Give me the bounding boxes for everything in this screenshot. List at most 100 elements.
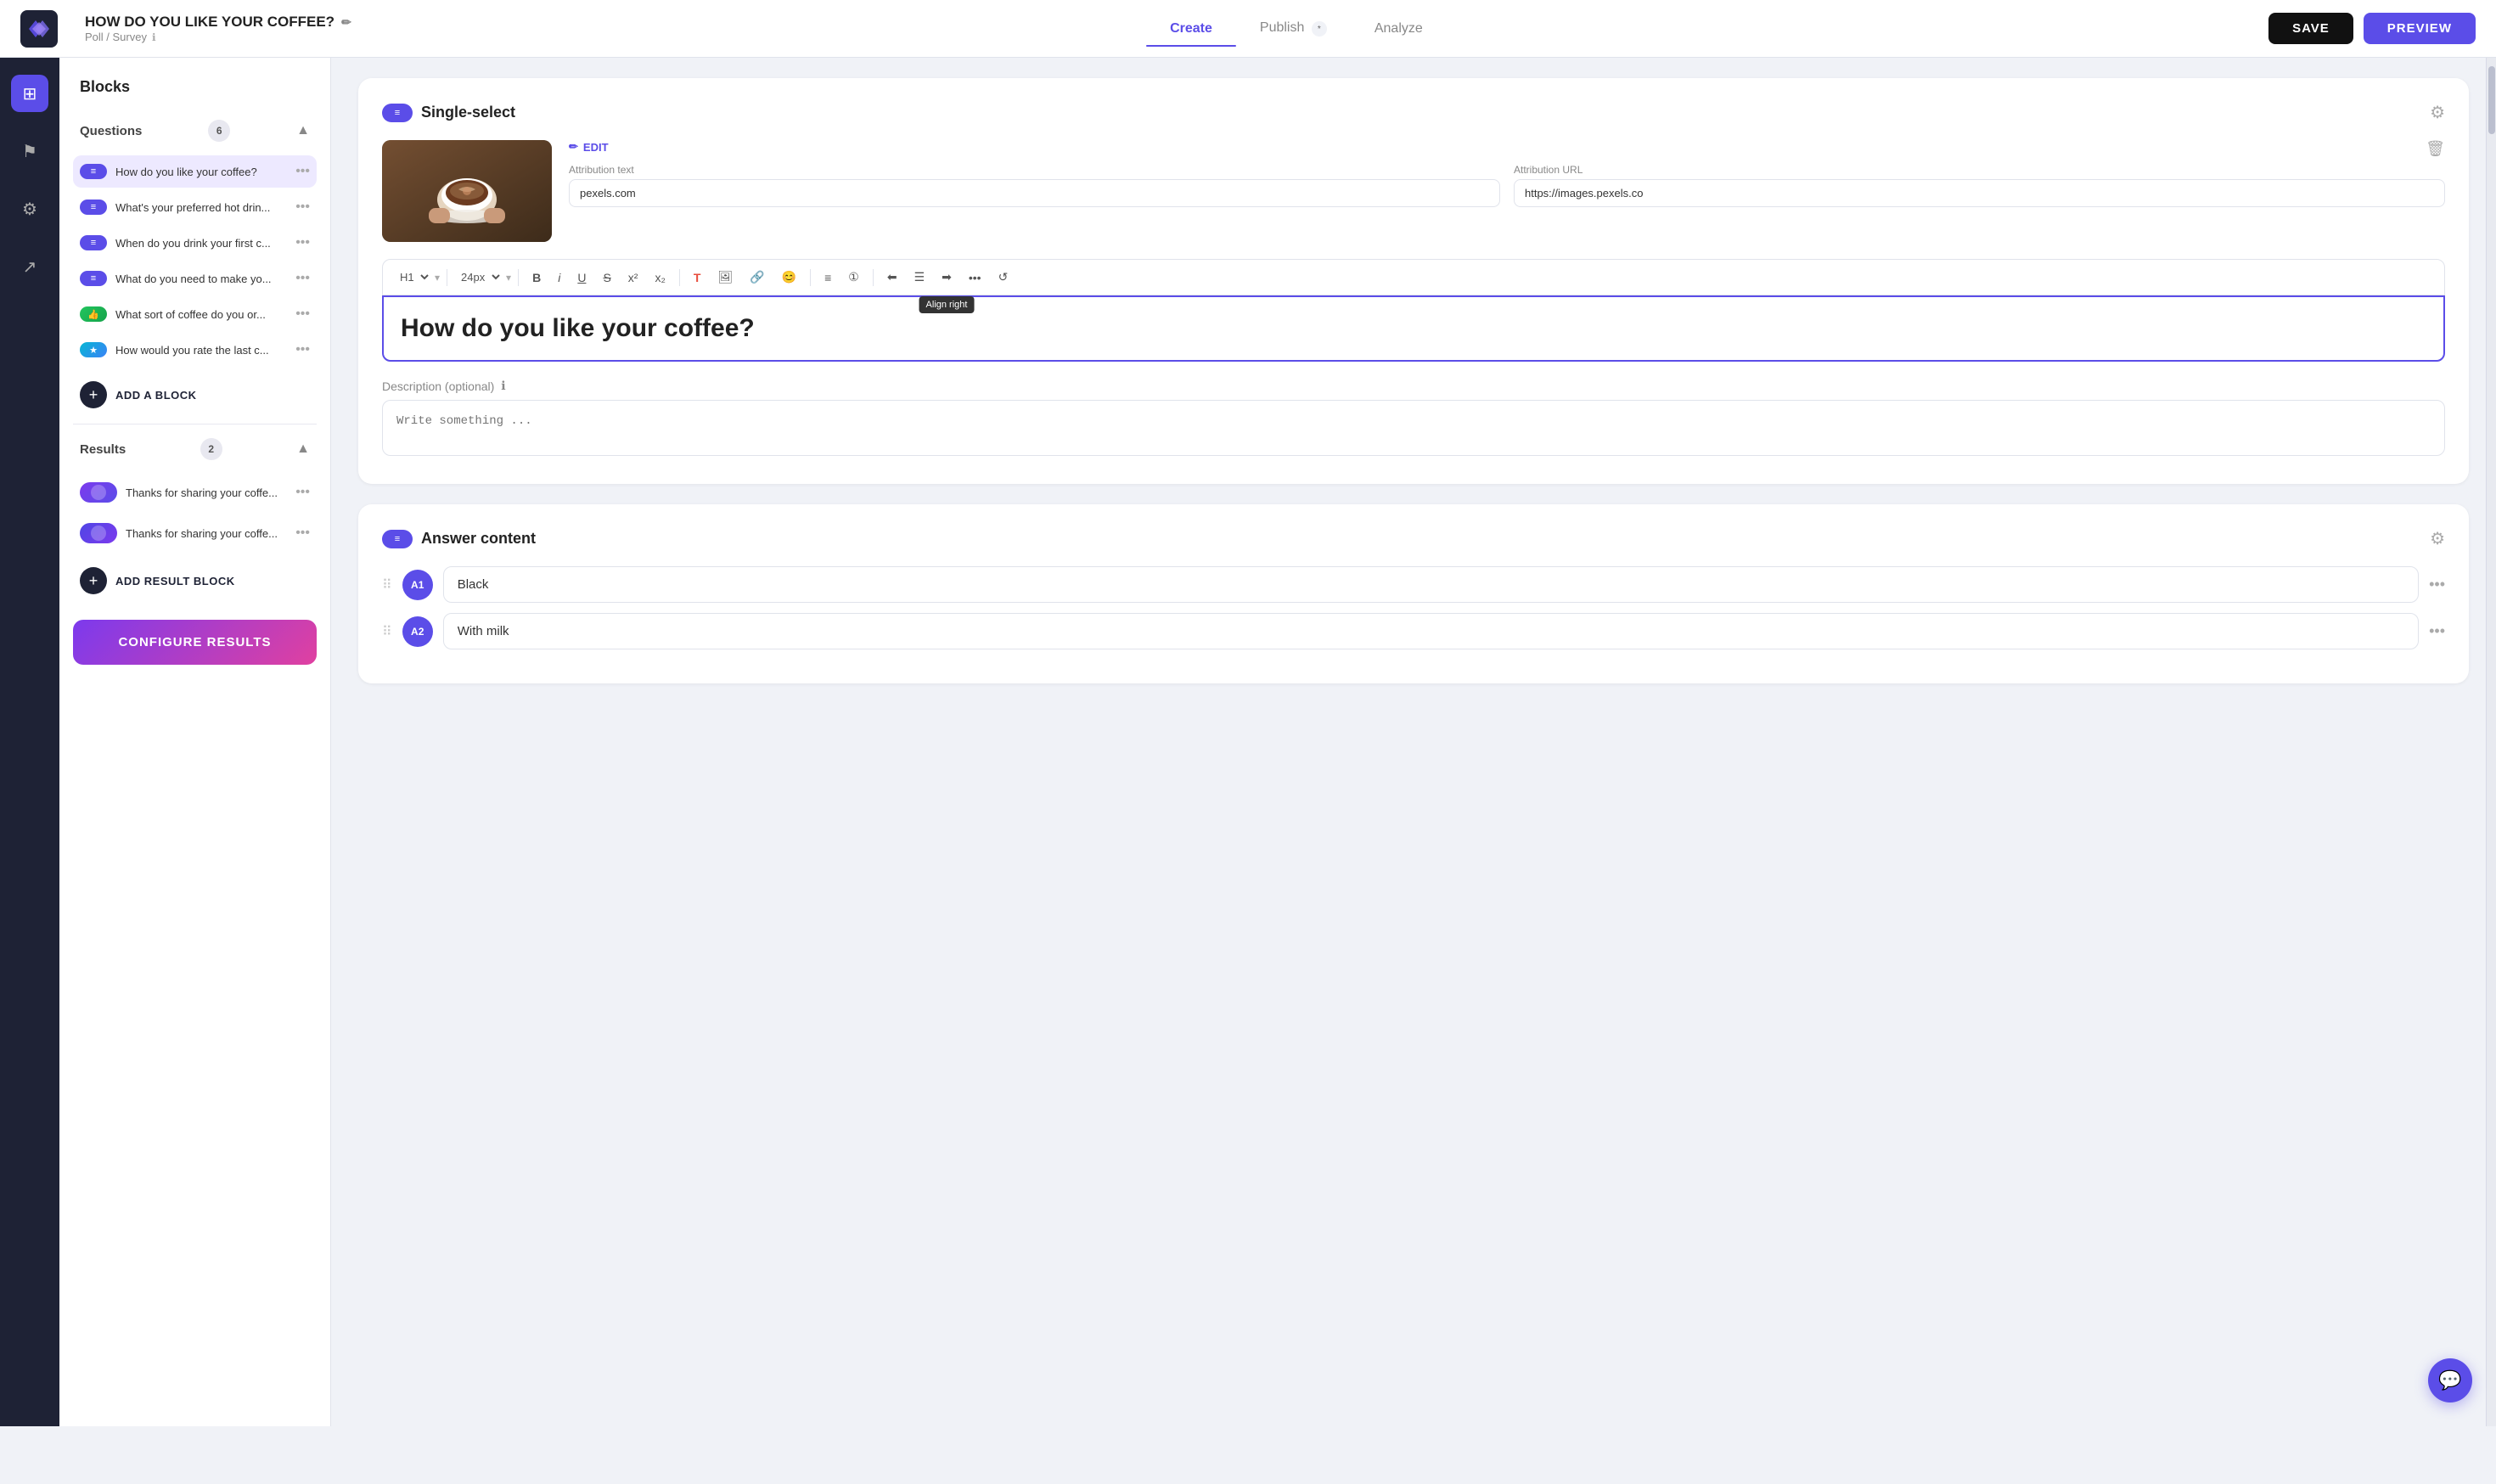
question-text: When do you drink your first c... bbox=[115, 237, 287, 250]
question-item[interactable]: ≡ When do you drink your first c... ••• bbox=[73, 227, 317, 259]
edit-name-icon[interactable]: ✏ bbox=[341, 15, 351, 30]
add-result-icon: + bbox=[80, 567, 107, 594]
answer-item: ⠿ A1 ••• bbox=[382, 566, 2445, 603]
answer-input-a2[interactable] bbox=[443, 613, 2419, 649]
question-editor[interactable]: How do you like your coffee? bbox=[382, 295, 2445, 362]
drag-handle-icon[interactable]: ⠿ bbox=[382, 576, 392, 593]
description-input[interactable] bbox=[382, 400, 2445, 456]
survey-subtitle: Poll / Survey ℹ bbox=[85, 31, 351, 43]
numbered-list-button[interactable]: ① bbox=[841, 267, 866, 288]
card-settings-icon[interactable]: ⚙ bbox=[2430, 102, 2445, 123]
delete-icon[interactable]: 🗑 bbox=[2426, 140, 2445, 158]
main-layout: ⊞ ⚑ ⚙ ↗ Blocks Questions 6 ▲ ≡ How do yo… bbox=[0, 58, 2496, 1426]
sidebar-icon-flag[interactable]: ⚑ bbox=[11, 132, 48, 170]
scroll-track[interactable] bbox=[2486, 58, 2496, 1426]
link-button[interactable]: 🔗 bbox=[743, 267, 771, 288]
logo[interactable] bbox=[20, 10, 58, 48]
question-menu-icon[interactable]: ••• bbox=[295, 164, 310, 179]
answer-more-icon[interactable]: ••• bbox=[2429, 622, 2445, 640]
answer-card-header: ≡ Answer content ⚙ bbox=[382, 528, 2445, 549]
sidebar-icon-settings[interactable]: ⚙ bbox=[11, 190, 48, 228]
answer-more-icon[interactable]: ••• bbox=[2429, 576, 2445, 593]
questions-section-header: Questions 6 ▲ bbox=[73, 113, 317, 149]
answer-type-icon: ≡ bbox=[382, 530, 413, 548]
card-type-icon: ≡ bbox=[382, 104, 413, 122]
configure-results-button[interactable]: CONFIGURE RESULTS bbox=[73, 620, 317, 665]
question-menu-icon[interactable]: ••• bbox=[295, 342, 310, 357]
attribution-text-input[interactable] bbox=[569, 179, 1500, 207]
question-text: What's your preferred hot drin... bbox=[115, 201, 287, 214]
info-icon[interactable]: ℹ bbox=[152, 31, 156, 43]
add-result-label: ADD RESULT BLOCK bbox=[115, 575, 235, 587]
nav-analyze[interactable]: Analyze bbox=[1351, 14, 1447, 43]
bullet-list-button[interactable]: ≡ bbox=[818, 267, 838, 288]
attribution-row: Attribution text Attribution URL bbox=[569, 164, 2445, 207]
more-button[interactable]: ••• bbox=[962, 267, 988, 288]
question-text: How do you like your coffee? bbox=[115, 166, 287, 178]
underline-button[interactable]: U bbox=[571, 267, 593, 288]
drag-handle-icon[interactable]: ⠿ bbox=[382, 623, 392, 640]
attribution-url-input[interactable] bbox=[1514, 179, 2445, 207]
question-menu-icon[interactable]: ••• bbox=[295, 306, 310, 322]
align-right-button[interactable]: ➡ bbox=[935, 267, 958, 288]
image-preview bbox=[382, 140, 552, 242]
question-item[interactable]: ≡ How do you like your coffee? ••• bbox=[73, 155, 317, 188]
question-type-icon: ≡ bbox=[80, 271, 107, 286]
chat-icon: 💬 bbox=[2438, 1369, 2461, 1391]
add-block-icon: + bbox=[80, 381, 107, 408]
strikethrough-button[interactable]: S bbox=[596, 267, 617, 288]
question-menu-icon[interactable]: ••• bbox=[295, 200, 310, 215]
superscript-button[interactable]: x² bbox=[621, 267, 645, 288]
header-title: HOW DO YOU LIKE YOUR COFFEE? ✏ Poll / Su… bbox=[85, 14, 351, 43]
preview-button[interactable]: PREVIEW bbox=[2364, 13, 2476, 44]
bold-button[interactable]: B bbox=[526, 267, 548, 288]
question-menu-icon[interactable]: ••• bbox=[295, 235, 310, 250]
attribution-text-label: Attribution text bbox=[569, 164, 1500, 176]
subscript-button[interactable]: x₂ bbox=[648, 267, 672, 288]
attribution-url-label: Attribution URL bbox=[1514, 164, 2445, 176]
questions-toggle[interactable]: ▲ bbox=[296, 123, 310, 138]
italic-button[interactable]: i bbox=[551, 267, 567, 288]
question-menu-icon[interactable]: ••• bbox=[295, 271, 310, 286]
nav-create[interactable]: Create bbox=[1146, 14, 1236, 43]
card-type-label: Single-select bbox=[421, 104, 515, 121]
question-type-icon: 👍 bbox=[80, 306, 107, 322]
editor-toolbar: H1H2H3 ▾ 24px16px20px32px ▾ B i U S x² x… bbox=[382, 259, 2445, 295]
add-result-block-button[interactable]: + ADD RESULT BLOCK bbox=[73, 559, 317, 603]
result-item[interactable]: Thanks for sharing your coffe... ••• bbox=[73, 474, 317, 511]
image-button[interactable]: 🖼 bbox=[711, 267, 739, 288]
question-item[interactable]: ≡ What do you need to make yo... ••• bbox=[73, 262, 317, 295]
chat-bubble-button[interactable]: 💬 bbox=[2428, 1358, 2472, 1402]
nav-publish[interactable]: Publish * bbox=[1236, 14, 1351, 44]
align-right-tooltip: Align right bbox=[919, 296, 975, 313]
question-type-icon: ≡ bbox=[80, 200, 107, 215]
scroll-thumb[interactable] bbox=[2488, 66, 2495, 134]
edit-button[interactable]: ✏ EDIT bbox=[569, 140, 609, 154]
redo-button[interactable]: ↺ bbox=[992, 267, 1015, 288]
question-item[interactable]: ★ How would you rate the last c... ••• bbox=[73, 334, 317, 366]
align-center-button[interactable]: ☰ bbox=[908, 267, 932, 288]
text-color-button[interactable]: T bbox=[687, 267, 708, 288]
answer-settings-icon[interactable]: ⚙ bbox=[2430, 528, 2445, 549]
add-block-button[interactable]: + ADD A BLOCK bbox=[73, 373, 317, 417]
result-item[interactable]: Thanks for sharing your coffe... ••• bbox=[73, 514, 317, 552]
blocks-panel: Blocks Questions 6 ▲ ≡ How do you like y… bbox=[59, 58, 331, 1426]
sidebar-icon-share[interactable]: ↗ bbox=[11, 248, 48, 285]
answer-input-a1[interactable] bbox=[443, 566, 2419, 603]
sidebar-icon-grid[interactable]: ⊞ bbox=[11, 75, 48, 112]
answer-card-type: ≡ Answer content bbox=[382, 530, 536, 548]
font-size-select[interactable]: 24px16px20px32px bbox=[454, 267, 503, 288]
question-item[interactable]: 👍 What sort of coffee do you or... ••• bbox=[73, 298, 317, 330]
question-item[interactable]: ≡ What's your preferred hot drin... ••• bbox=[73, 191, 317, 223]
align-left-button[interactable]: ⬅ bbox=[880, 267, 904, 288]
result-text: Thanks for sharing your coffe... bbox=[126, 486, 287, 499]
save-button[interactable]: SAVE bbox=[2268, 13, 2353, 44]
answer-type-label: Answer content bbox=[421, 530, 536, 548]
result-menu-icon[interactable]: ••• bbox=[295, 485, 310, 500]
result-menu-icon[interactable]: ••• bbox=[295, 526, 310, 541]
heading-select[interactable]: H1H2H3 bbox=[393, 267, 431, 288]
results-toggle[interactable]: ▲ bbox=[296, 441, 310, 457]
card-type: ≡ Single-select bbox=[382, 104, 515, 122]
add-block-label: ADD A BLOCK bbox=[115, 389, 197, 402]
emoji-button[interactable]: 😊 bbox=[775, 267, 803, 288]
